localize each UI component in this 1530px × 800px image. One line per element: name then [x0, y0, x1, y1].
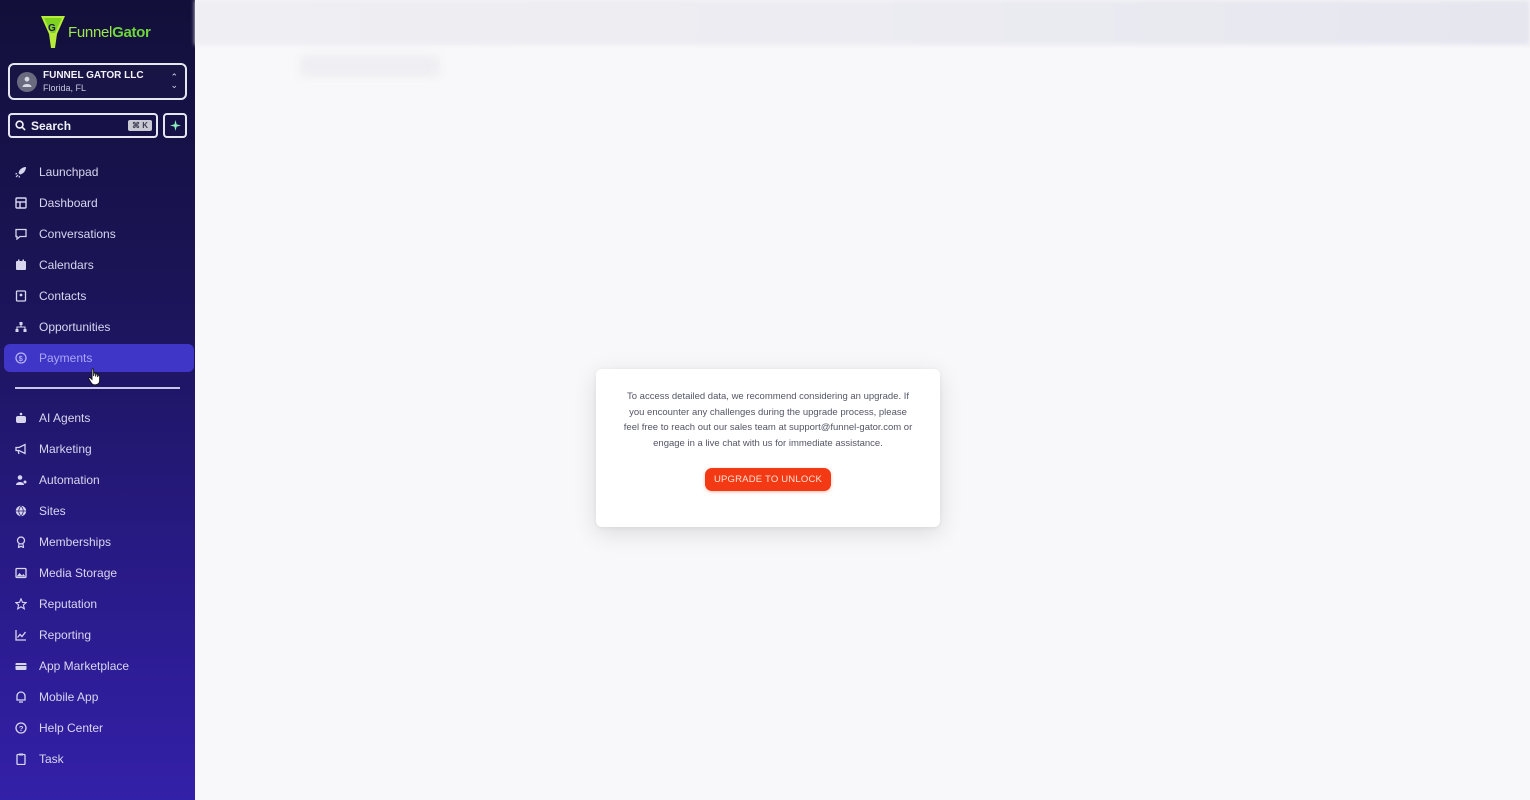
chat-icon — [15, 228, 27, 240]
globe-icon — [15, 505, 27, 517]
nav-item-marketing[interactable]: Marketing — [4, 435, 194, 463]
svg-text:G: G — [48, 23, 56, 34]
award-icon — [15, 536, 27, 548]
calendar-icon — [15, 259, 27, 271]
nav-item-sites[interactable]: Sites — [4, 497, 194, 525]
brand-name: FunnelGator — [68, 23, 151, 41]
nav-item-app-marketplace[interactable]: App Marketplace — [4, 652, 194, 680]
nav-item-task[interactable]: Task — [4, 745, 194, 773]
nav-item-reporting[interactable]: Reporting — [4, 621, 194, 649]
svg-text:$: $ — [19, 354, 24, 363]
account-name: FUNNEL GATOR LLC — [43, 69, 144, 81]
account-location: Florida, FL — [43, 82, 87, 93]
image-icon — [15, 567, 27, 579]
funnel-gator-logo-icon: G — [41, 16, 65, 48]
robot-icon — [15, 412, 27, 424]
megaphone-icon — [15, 443, 27, 455]
nav-item-launchpad[interactable]: Launchpad — [4, 158, 194, 186]
quick-action-button[interactable] — [163, 113, 187, 138]
marketplace-icon — [15, 660, 27, 672]
rocket-icon — [15, 166, 27, 178]
nav-item-automation[interactable]: Automation — [4, 466, 194, 494]
blurred-header — [195, 0, 1530, 45]
nav-item-mobile-app[interactable]: Mobile App — [4, 683, 194, 711]
sidebar: G FunnelGator FUNNEL GATOR LLC Florida, … — [0, 0, 195, 800]
upgrade-message: To access detailed data, we recommend co… — [623, 391, 913, 450]
account-switcher[interactable]: FUNNEL GATOR LLC Florida, FL ⌃ ⌄ — [8, 63, 187, 100]
dollar-icon: $ — [15, 352, 27, 364]
nav-item-dashboard[interactable]: Dashboard — [4, 189, 194, 217]
nav-item-help-center[interactable]: ? Help Center — [4, 714, 194, 742]
blurred-title — [300, 55, 440, 77]
chevron-updown-icon: ⌃ ⌄ — [170, 72, 178, 90]
star-icon — [15, 598, 27, 610]
nav-item-ai-agents[interactable]: AI Agents — [4, 404, 194, 432]
nav-item-calendars[interactable]: Calendars — [4, 251, 194, 279]
contact-icon — [15, 290, 27, 302]
search-icon — [15, 120, 26, 131]
nav-item-contacts[interactable]: Contacts — [4, 282, 194, 310]
upgrade-to-unlock-button[interactable]: UPGRADE TO UNLOCK — [704, 467, 832, 491]
account-avatar-icon — [17, 71, 37, 92]
pipeline-icon — [15, 321, 27, 333]
automation-icon — [15, 474, 27, 486]
dashboard-icon — [15, 197, 27, 209]
brand-logo[interactable]: G FunnelGator — [40, 12, 151, 52]
search-input[interactable]: Search ⌘ K — [8, 113, 158, 138]
sparkle-icon — [169, 120, 181, 131]
nav-item-conversations[interactable]: Conversations — [4, 220, 194, 248]
mobile-icon — [15, 691, 27, 703]
clipboard-icon — [15, 753, 27, 765]
nav-item-opportunities[interactable]: Opportunities — [4, 313, 194, 341]
chart-icon — [15, 629, 27, 641]
nav-item-reputation[interactable]: Reputation — [4, 590, 194, 618]
nav-item-memberships[interactable]: Memberships — [4, 528, 194, 556]
help-icon: ? — [15, 722, 27, 734]
svg-text:?: ? — [19, 724, 24, 733]
search-shortcut: ⌘ K — [128, 120, 152, 131]
upgrade-dialog: To access detailed data, we recommend co… — [596, 369, 940, 527]
nav-item-media-storage[interactable]: Media Storage — [4, 559, 194, 587]
hand-cursor-icon — [88, 368, 102, 391]
search-label: Search — [31, 118, 72, 133]
